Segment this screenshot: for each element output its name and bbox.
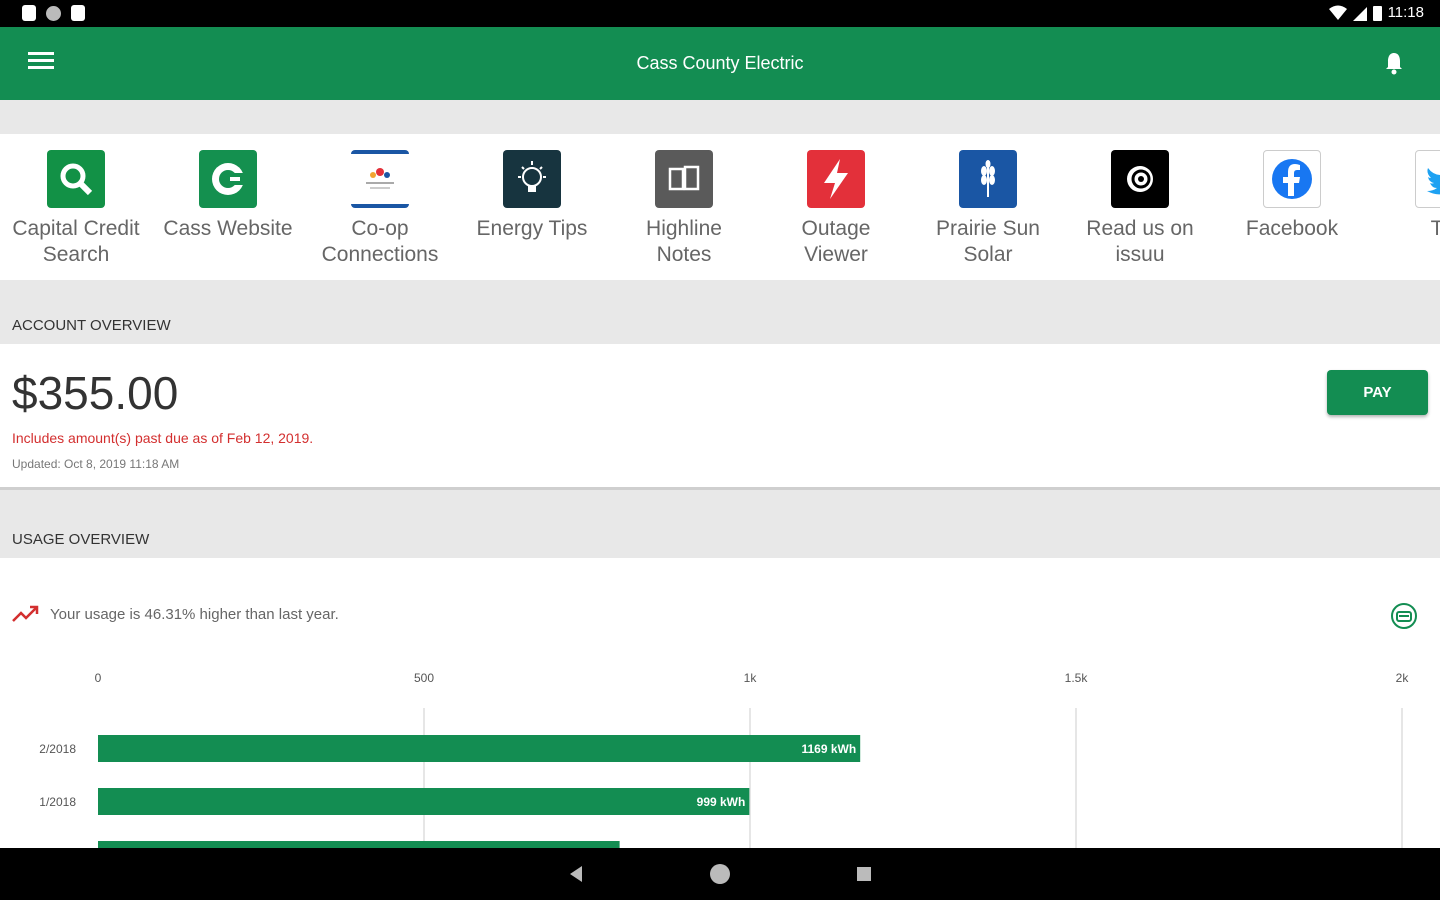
- x-tick-label: 0: [95, 671, 102, 685]
- usage-bar: [98, 735, 861, 762]
- section-title: USAGE OVERVIEW: [12, 531, 150, 548]
- usage-overview-header: USAGE OVERVIEW: [0, 493, 1440, 558]
- tile-label: Co-op Connections: [321, 217, 439, 266]
- app-bar: Cass County Electric: [0, 27, 1440, 100]
- trending-up-icon: [12, 605, 39, 622]
- status-bar: 11:18: [0, 0, 1440, 27]
- updated-timestamp: Updated: Oct 8, 2019 11:18 AM: [12, 457, 180, 471]
- tile-capital-credit-search[interactable]: Capital Credit Search: [0, 150, 152, 268]
- usage-trend-text: Your usage is 46.31% higher than last ye…: [50, 606, 339, 623]
- tile-label: Facebook: [1245, 217, 1339, 240]
- twitter-icon: [1415, 150, 1440, 208]
- quick-links-row: Capital Credit Search Cass Website Co-op C…: [0, 134, 1440, 280]
- account-overview-header: ACCOUNT OVERVIEW: [0, 280, 1440, 344]
- tile-label: Energy Tips: [476, 217, 588, 240]
- usage-bar: [98, 841, 620, 848]
- tile-prairie-sun-solar[interactable]: Prairie Sun Solar: [912, 150, 1064, 268]
- usage-bar-chart: 0 500 1k 1.5k 2k 2/2018 1169 kWh 1/2018 999 kWh: [39, 671, 1410, 848]
- tile-label: Outage Viewer: [801, 217, 871, 266]
- sd-card-icon: [71, 5, 85, 21]
- tile-highline-notes[interactable]: Highline Notes: [608, 150, 760, 268]
- status-time: 11:18: [1387, 4, 1424, 21]
- category-label: 1/2018: [39, 795, 76, 809]
- pay-button[interactable]: PAY: [1327, 370, 1428, 415]
- notification-icon: [22, 5, 36, 21]
- x-tick-label: 2k: [1396, 671, 1410, 685]
- tile-label: Tw: [1430, 217, 1440, 240]
- past-due-note: Includes amount(s) past due as of Feb 12…: [12, 430, 314, 446]
- signal-icon: [1352, 6, 1367, 21]
- usage-bar: [98, 788, 750, 815]
- recents-icon[interactable]: [856, 866, 872, 882]
- tile-cass-website[interactable]: Cass Website: [152, 150, 304, 242]
- x-tick-label: 500: [414, 671, 434, 685]
- navigation-bar: [0, 848, 1440, 900]
- wheat-icon: [959, 150, 1017, 208]
- notifications-bell-icon[interactable]: [1384, 51, 1404, 75]
- tile-label: Capital Credit Search: [12, 217, 140, 266]
- tile-label: Cass Website: [163, 217, 293, 240]
- tile-label: Read us on issuu: [1086, 217, 1194, 266]
- sync-icon: [46, 5, 61, 21]
- tile-co-op-connections[interactable]: Co-op Connections: [304, 150, 456, 268]
- book-icon: [655, 150, 713, 208]
- app-title: Cass County Electric: [636, 53, 804, 73]
- back-icon[interactable]: [568, 865, 584, 883]
- wifi-icon: [1328, 5, 1347, 20]
- cass-logo-icon: [199, 150, 257, 208]
- usage-compare-icon[interactable]: [1390, 602, 1418, 630]
- lightbulb-icon: [503, 150, 561, 208]
- bar-value-label: 999 kWh: [697, 795, 746, 809]
- tile-outage-viewer[interactable]: Outage Viewer: [760, 150, 912, 268]
- spacer: [0, 100, 1440, 134]
- category-label: 2/2018: [39, 742, 76, 756]
- tile-label: Prairie Sun Solar: [936, 217, 1040, 266]
- tile-label: Highline Notes: [646, 217, 722, 266]
- battery-icon: [1372, 5, 1382, 21]
- tile-twitter[interactable]: Tw: [1368, 150, 1440, 242]
- lightning-bolt-icon: [807, 150, 865, 208]
- co-op-connections-logo-icon: [351, 150, 409, 208]
- tile-facebook[interactable]: Facebook: [1216, 150, 1368, 242]
- bar-value-label: 1169 kWh: [801, 742, 856, 756]
- home-icon[interactable]: [708, 862, 732, 886]
- search-icon: [47, 150, 105, 208]
- usage-overview-card: Your usage is 46.31% higher than last ye…: [0, 558, 1440, 848]
- section-title: ACCOUNT OVERVIEW: [12, 317, 171, 334]
- issuu-icon: [1111, 150, 1169, 208]
- x-tick-label: 1.5k: [1065, 671, 1089, 685]
- tile-read-us-on-issuu[interactable]: Read us on issuu: [1064, 150, 1216, 268]
- facebook-icon: [1263, 150, 1321, 208]
- balance-amount: $355.00: [12, 367, 179, 419]
- account-overview-card: $355.00 Includes amount(s) past due as o…: [0, 344, 1440, 490]
- x-tick-label: 1k: [744, 671, 758, 685]
- tile-energy-tips[interactable]: Energy Tips: [456, 150, 608, 242]
